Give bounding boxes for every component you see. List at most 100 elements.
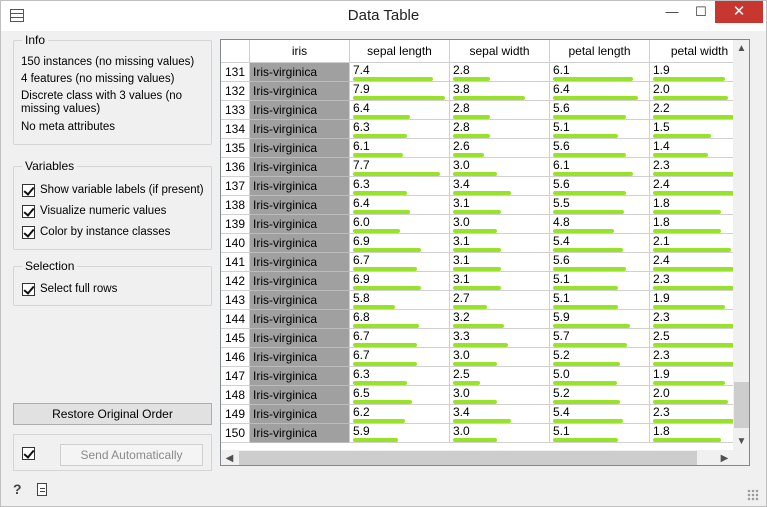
class-cell[interactable]: Iris-virginica [250,158,350,177]
help-icon[interactable]: ? [13,481,22,497]
vertical-scrollbar[interactable]: ▲ ▼ [733,40,749,450]
value-cell[interactable]: 3.4 [450,177,550,196]
row-number[interactable]: 135 [221,139,250,158]
class-cell[interactable]: Iris-virginica [250,367,350,386]
table-row[interactable]: 137 Iris-virginica 6.3 3.4 5.6 2.4 [221,177,749,196]
value-cell[interactable]: 5.1 [550,291,650,310]
checkbox-checked-icon[interactable] [22,183,35,197]
value-cell[interactable]: 6.5 [350,386,450,405]
row-number[interactable]: 150 [221,424,250,443]
value-cell[interactable]: 6.7 [350,348,450,367]
table-row[interactable]: 132 Iris-virginica 7.9 3.8 6.4 2.0 [221,82,749,101]
value-cell[interactable]: 6.1 [350,139,450,158]
value-cell[interactable]: 5.6 [550,253,650,272]
value-cell[interactable]: 7.7 [350,158,450,177]
show-variable-labels-checkbox[interactable]: Show variable labels (if present) [22,182,204,198]
value-cell[interactable]: 5.6 [550,139,650,158]
horizontal-scrollbar[interactable]: ◀ ▶ [221,450,733,465]
row-number[interactable]: 133 [221,101,250,120]
value-cell[interactable]: 6.3 [350,120,450,139]
value-cell[interactable]: 5.4 [550,234,650,253]
row-number[interactable]: 132 [221,82,250,101]
value-cell[interactable]: 6.7 [350,253,450,272]
class-cell[interactable]: Iris-virginica [250,424,350,443]
value-cell[interactable]: 3.0 [450,386,550,405]
table-row[interactable]: 145 Iris-virginica 6.7 3.3 5.7 2.5 [221,329,749,348]
value-cell[interactable]: 6.9 [350,272,450,291]
visualize-numeric-values-checkbox[interactable]: Visualize numeric values [22,203,166,219]
value-cell[interactable]: 6.1 [550,158,650,177]
resize-grip-icon[interactable] [747,489,759,501]
value-cell[interactable]: 3.0 [450,348,550,367]
value-cell[interactable]: 5.5 [550,196,650,215]
horizontal-scroll-thumb[interactable] [239,451,697,465]
class-cell[interactable]: Iris-virginica [250,234,350,253]
value-cell[interactable]: 2.8 [450,63,550,82]
scroll-left-icon[interactable]: ◀ [221,450,238,465]
class-cell[interactable]: Iris-virginica [250,253,350,272]
value-cell[interactable]: 7.4 [350,63,450,82]
table-row[interactable]: 134 Iris-virginica 6.3 2.8 5.1 1.5 [221,120,749,139]
value-cell[interactable]: 6.3 [350,177,450,196]
auto-send-checkbox[interactable] [22,447,35,460]
value-cell[interactable]: 3.0 [450,158,550,177]
value-cell[interactable]: 5.1 [550,120,650,139]
send-automatically-button[interactable]: Send Automatically [60,444,203,466]
table-row[interactable]: 146 Iris-virginica 6.7 3.0 5.2 2.3 [221,348,749,367]
column-header-sepal-length[interactable]: sepal length [350,40,450,63]
row-number[interactable]: 145 [221,329,250,348]
row-number[interactable]: 137 [221,177,250,196]
class-cell[interactable]: Iris-virginica [250,215,350,234]
table-row[interactable]: 131 Iris-virginica 7.4 2.8 6.1 1.9 [221,63,749,82]
value-cell[interactable]: 2.5 [450,367,550,386]
row-number[interactable]: 148 [221,386,250,405]
value-cell[interactable]: 6.4 [550,82,650,101]
class-cell[interactable]: Iris-virginica [250,405,350,424]
value-cell[interactable]: 5.6 [550,177,650,196]
header-corner[interactable] [221,40,250,63]
value-cell[interactable]: 3.1 [450,272,550,291]
close-button[interactable]: ✕ [715,1,763,23]
restore-original-order-button[interactable]: Restore Original Order [13,403,212,425]
class-cell[interactable]: Iris-virginica [250,310,350,329]
table-row[interactable]: 140 Iris-virginica 6.9 3.1 5.4 2.1 [221,234,749,253]
report-icon[interactable] [37,483,47,496]
value-cell[interactable]: 5.2 [550,386,650,405]
value-cell[interactable]: 5.9 [550,310,650,329]
value-cell[interactable]: 7.9 [350,82,450,101]
value-cell[interactable]: 2.8 [450,120,550,139]
class-cell[interactable]: Iris-virginica [250,177,350,196]
value-cell[interactable]: 5.0 [550,367,650,386]
value-cell[interactable]: 4.8 [550,215,650,234]
class-cell[interactable]: Iris-virginica [250,329,350,348]
minimize-button[interactable]: — [657,1,687,23]
value-cell[interactable]: 6.4 [350,196,450,215]
table-row[interactable]: 139 Iris-virginica 6.0 3.0 4.8 1.8 [221,215,749,234]
table-row[interactable]: 150 Iris-virginica 5.9 3.0 5.1 1.8 [221,424,749,443]
row-number[interactable]: 139 [221,215,250,234]
class-cell[interactable]: Iris-virginica [250,272,350,291]
value-cell[interactable]: 3.8 [450,82,550,101]
scroll-right-icon[interactable]: ▶ [716,450,733,465]
value-cell[interactable]: 3.2 [450,310,550,329]
value-cell[interactable]: 6.9 [350,234,450,253]
class-cell[interactable]: Iris-virginica [250,196,350,215]
value-cell[interactable]: 6.0 [350,215,450,234]
column-header-sepal-width[interactable]: sepal width [450,40,550,63]
table-row[interactable]: 148 Iris-virginica 6.5 3.0 5.2 2.0 [221,386,749,405]
value-cell[interactable]: 6.3 [350,367,450,386]
checkbox-checked-icon[interactable] [22,225,35,239]
value-cell[interactable]: 3.0 [450,215,550,234]
class-cell[interactable]: Iris-virginica [250,291,350,310]
data-table[interactable]: iris sepal length sepal width petal length p… [220,39,750,466]
value-cell[interactable]: 5.4 [550,405,650,424]
value-cell[interactable]: 3.1 [450,253,550,272]
class-cell[interactable]: Iris-virginica [250,101,350,120]
value-cell[interactable]: 5.6 [550,101,650,120]
class-cell[interactable]: Iris-virginica [250,139,350,158]
value-cell[interactable]: 6.1 [550,63,650,82]
column-header-petal-length[interactable]: petal length [550,40,650,63]
column-header-iris[interactable]: iris [250,40,350,63]
table-row[interactable]: 142 Iris-virginica 6.9 3.1 5.1 2.3 [221,272,749,291]
value-cell[interactable]: 3.0 [450,424,550,443]
